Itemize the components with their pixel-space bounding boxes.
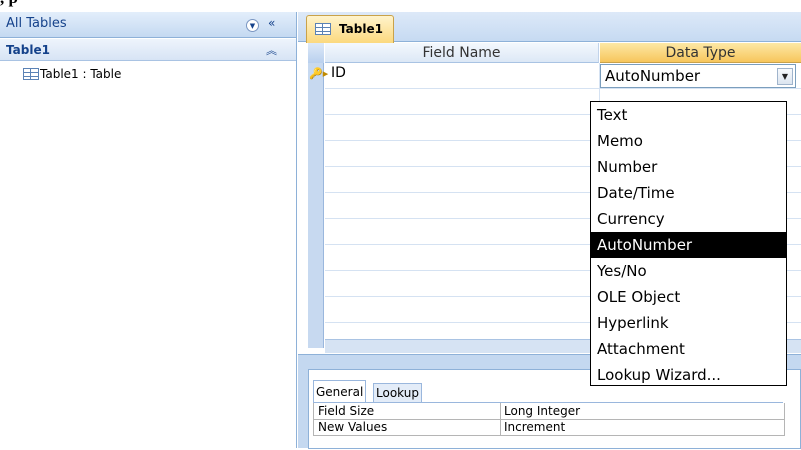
property-name: Field Size [318, 404, 375, 418]
table-icon [315, 23, 331, 35]
data-type-dropdown-list: Text Memo Number Date/Time Currency AutoNumbe… [590, 101, 787, 386]
property-row-new-values[interactable]: New Values Increment [313, 419, 785, 436]
property-divider [500, 403, 501, 419]
tab-label: Table1 [339, 22, 383, 36]
dropdown-option[interactable]: Date/Time [591, 180, 786, 206]
nav-header[interactable]: All Tables ▼ « [0, 12, 296, 38]
collapse-pane-icon[interactable]: « [268, 16, 275, 30]
nav-item-label: Table1 : Table [40, 67, 122, 81]
dropdown-option[interactable]: Lookup Wizard... [591, 362, 786, 388]
tab-table1[interactable]: Table1 [306, 15, 394, 43]
select-all-corner[interactable] [308, 43, 324, 63]
data-type-value: AutoNumber [605, 67, 701, 85]
dropdown-option[interactable]: Number [591, 154, 786, 180]
primary-key-icon: 🔑▸ [309, 67, 329, 80]
property-value[interactable]: Increment [504, 419, 565, 435]
dropdown-option[interactable]: Attachment [591, 336, 786, 362]
column-header-field-name[interactable]: Field Name [325, 43, 599, 63]
row-selector-column[interactable] [308, 43, 324, 348]
navigation-pane: All Tables ▼ « Table1 ︽ Table1 : Table [0, 12, 297, 448]
chevron-up-icon[interactable]: ︽ [266, 42, 277, 58]
field-name-cell[interactable]: ID [331, 65, 346, 81]
dropdown-option[interactable]: AutoNumber [591, 232, 786, 258]
column-header-data-type[interactable]: Data Type [600, 43, 801, 63]
nav-title: All Tables [6, 16, 67, 31]
top-caption-strip: , p [0, 0, 801, 12]
document-tab-strip: Table1 [298, 12, 801, 43]
nav-group-header[interactable]: Table1 ︽ [0, 39, 296, 61]
dropdown-option[interactable]: Text [591, 102, 786, 128]
top-caption: , p [0, 0, 18, 8]
dropdown-option[interactable]: Memo [591, 128, 786, 154]
dropdown-option[interactable]: OLE Object [591, 284, 786, 310]
nav-group-title: Table1 [6, 43, 50, 57]
tab-general[interactable]: General [313, 380, 367, 402]
property-name: New Values [318, 420, 388, 434]
dropdown-option[interactable]: Hyperlink [591, 310, 786, 336]
tab-lookup[interactable]: Lookup [373, 383, 422, 402]
table-icon [23, 68, 39, 80]
property-divider [500, 419, 501, 435]
dropdown-arrow-icon[interactable]: ▼ [777, 68, 793, 85]
data-type-combobox[interactable]: AutoNumber ▼ [600, 64, 796, 88]
field-properties-table: Field Size Long Integer New Values Incre… [313, 402, 785, 450]
dropdown-option[interactable]: Currency [591, 206, 786, 232]
chevron-down-icon[interactable]: ▼ [246, 19, 259, 32]
property-row-field-size[interactable]: Field Size Long Integer [313, 403, 785, 420]
dropdown-option[interactable]: Yes/No [591, 258, 786, 284]
property-value[interactable]: Long Integer [504, 403, 580, 419]
